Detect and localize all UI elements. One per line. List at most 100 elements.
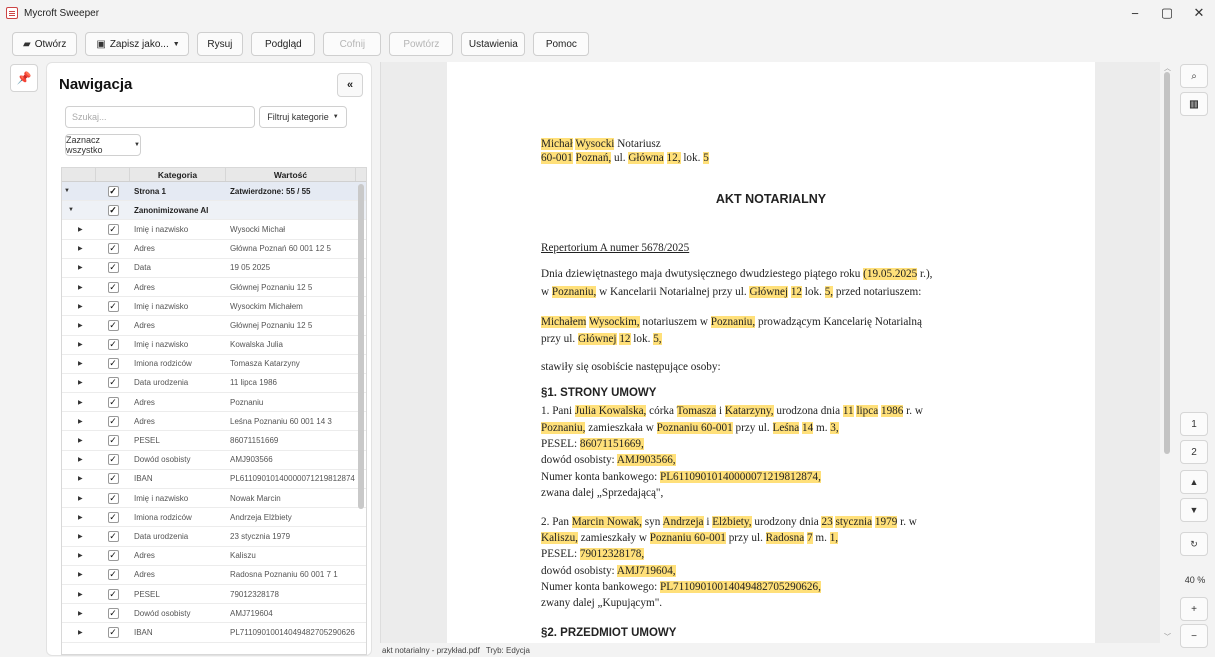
hl-parent[interactable]: Andrzeja: [662, 516, 704, 528]
draw-button[interactable]: Rysuj: [197, 32, 244, 56]
hl-id[interactable]: AMJ903566,: [616, 454, 676, 466]
hl-parent[interactable]: Katarzyny,: [724, 405, 774, 417]
header-category[interactable]: Kategoria: [130, 168, 226, 181]
table-row[interactable]: ▶ ✓ Adres Kaliszu: [62, 547, 366, 566]
expand-right-icon[interactable]: ▶: [62, 355, 96, 373]
table-row[interactable]: ▶ ✓ Imię i nazwisko Kowalska Julia: [62, 336, 366, 355]
row-checkbox[interactable]: ✓: [107, 435, 119, 447]
row-checkbox[interactable]: ✓: [107, 358, 119, 370]
header-value[interactable]: Wartość: [226, 168, 356, 181]
close-button[interactable]: ✕: [1183, 0, 1215, 26]
table-row[interactable]: ▶ ✓ Imiona rodziców Tomasza Katarzyny: [62, 355, 366, 374]
row-checkbox[interactable]: ✓: [107, 185, 119, 197]
expand-right-icon[interactable]: ▶: [62, 489, 96, 507]
row-checkbox[interactable]: ✓: [107, 223, 119, 235]
row-checkbox[interactable]: ✓: [107, 243, 119, 255]
row-checkbox[interactable]: ✓: [107, 569, 119, 581]
table-row[interactable]: ▶ ✓ Imię i nazwisko Wysocki Michał: [62, 220, 366, 240]
rotate-button[interactable]: ↻: [1180, 532, 1208, 556]
expand-right-icon[interactable]: ▶: [62, 336, 96, 354]
page-down-button[interactable]: ▼: [1180, 498, 1208, 522]
table-scrollbar[interactable]: [358, 184, 364, 509]
expand-right-icon[interactable]: ▶: [62, 393, 96, 411]
hl-city[interactable]: Poznaniu,: [551, 286, 597, 298]
expand-right-icon[interactable]: ▶: [62, 259, 96, 277]
row-checkbox[interactable]: ✓: [107, 530, 119, 542]
hl-name[interactable]: Marcin Nowak,: [571, 516, 642, 528]
hl-number[interactable]: 12: [619, 333, 631, 345]
hl-iban[interactable]: PL61109010140000071219812874,: [660, 471, 821, 483]
collapse-button[interactable]: «: [337, 73, 363, 97]
hl-name[interactable]: Michałem: [541, 316, 587, 328]
hl-zip[interactable]: 60-001: [541, 152, 573, 164]
table-row[interactable]: ▶ ✓ IBAN PL71109010014049482705290626: [62, 623, 366, 643]
hl-city[interactable]: Poznaniu,: [541, 422, 586, 434]
select-all-button[interactable]: Zaznacz wszystko ▼: [65, 134, 141, 156]
expand-right-icon[interactable]: ▶: [62, 412, 96, 430]
hl-street[interactable]: Radosna: [765, 532, 805, 544]
hl-city-zip[interactable]: Poznaniu 60-001: [649, 532, 726, 544]
search-input[interactable]: [65, 106, 255, 128]
table-row[interactable]: ▶ ✓ Adres Leśna Poznaniu 60 001 14 3: [62, 412, 366, 432]
expand-down-icon[interactable]: ▼: [62, 201, 96, 219]
row-checkbox[interactable]: ✓: [107, 492, 119, 504]
table-row[interactable]: ▶ ✓ Adres Radosna Poznaniu 60 001 7 1: [62, 566, 366, 585]
expand-right-icon[interactable]: ▶: [62, 547, 96, 565]
page-2-button[interactable]: 2: [1180, 440, 1208, 464]
page-1-button[interactable]: 1: [1180, 412, 1208, 436]
row-checkbox[interactable]: ✓: [107, 377, 119, 389]
page-up-button[interactable]: ▲: [1180, 470, 1208, 494]
filter-categories-button[interactable]: Filtruj kategorie ▼: [259, 106, 347, 128]
zoom-out-button[interactable]: −: [1180, 624, 1208, 648]
open-button[interactable]: ▰ Otwórz: [12, 32, 78, 56]
table-row[interactable]: ▶ ✓ PESEL 86071151669: [62, 431, 366, 451]
expand-right-icon[interactable]: ▶: [62, 566, 96, 584]
viewer-scrollbar[interactable]: ︿ ﹀: [1160, 62, 1174, 643]
hl-year[interactable]: 1979: [874, 516, 898, 528]
hl-date[interactable]: (19.05.2025: [863, 268, 918, 280]
hl-month[interactable]: lipca: [856, 405, 879, 417]
row-checkbox[interactable]: ✓: [107, 454, 119, 466]
table-row[interactable]: ▶ ✓ Data urodzenia 23 stycznia 1979: [62, 527, 366, 547]
preview-button[interactable]: Podgląd: [251, 32, 316, 56]
maximize-button[interactable]: ▢: [1151, 0, 1183, 26]
hl-city[interactable]: Poznań,: [575, 152, 612, 164]
table-row[interactable]: ▶ ✓ Imię i nazwisko Nowak Marcin: [62, 489, 366, 509]
table-row[interactable]: ▶ ✓ Data urodzenia 11 lipca 1986: [62, 374, 366, 394]
hl-number[interactable]: 14: [802, 422, 814, 434]
hl-surname[interactable]: Wysockim,: [588, 316, 640, 328]
save-as-button[interactable]: ▣ Zapisz jako... ▼: [85, 32, 190, 56]
undo-button[interactable]: Cofnij: [323, 32, 382, 56]
document-viewer[interactable]: Michał Wysocki Notariusz 60-001 Poznań, …: [380, 62, 1174, 643]
hl-lok[interactable]: 5,: [824, 286, 834, 298]
hl-pesel[interactable]: 79012328178,: [579, 548, 645, 560]
row-checkbox[interactable]: ✓: [107, 550, 119, 562]
row-checkbox[interactable]: ✓: [107, 319, 119, 331]
table-row-subgroup[interactable]: ▼ ✓ Zanonimizowane AI: [62, 201, 366, 221]
hl-day[interactable]: 23: [821, 516, 833, 528]
help-button[interactable]: Pomoc: [533, 32, 590, 56]
row-checkbox[interactable]: ✓: [107, 588, 119, 600]
table-row[interactable]: ▶ ✓ Dowód osobisty AMJ719604: [62, 604, 366, 624]
table-row-group[interactable]: ▼ ✓ Strona 1 Zatwierdzone: 55 / 55: [62, 182, 366, 202]
library-button[interactable]: ▥: [1180, 92, 1208, 116]
expand-right-icon[interactable]: ▶: [62, 527, 96, 545]
expand-right-icon[interactable]: ▶: [62, 374, 96, 392]
hl-name[interactable]: Michał: [541, 138, 573, 150]
hl-city[interactable]: Poznaniu,: [710, 316, 756, 328]
expand-right-icon[interactable]: ▶: [62, 623, 96, 641]
hl-year[interactable]: 1986: [880, 405, 904, 417]
hl-parent[interactable]: Tomasza: [676, 405, 717, 417]
hl-lok[interactable]: 5,: [653, 333, 662, 345]
expand-down-icon[interactable]: ▼: [62, 182, 96, 200]
row-checkbox[interactable]: ✓: [107, 339, 119, 351]
hl-number[interactable]: 12,: [666, 152, 681, 164]
hl-lok[interactable]: 5: [703, 152, 709, 164]
hl-street[interactable]: Głównej: [577, 333, 617, 345]
expand-right-icon[interactable]: ▶: [62, 278, 96, 296]
row-checkbox[interactable]: ✓: [107, 626, 119, 638]
hl-parent[interactable]: Elżbiety,: [712, 516, 752, 528]
table-row[interactable]: ▶ ✓ Dowód osobisty AMJ903566: [62, 451, 366, 470]
hl-street[interactable]: Leśna: [772, 422, 800, 434]
expand-right-icon[interactable]: ▶: [62, 431, 96, 449]
